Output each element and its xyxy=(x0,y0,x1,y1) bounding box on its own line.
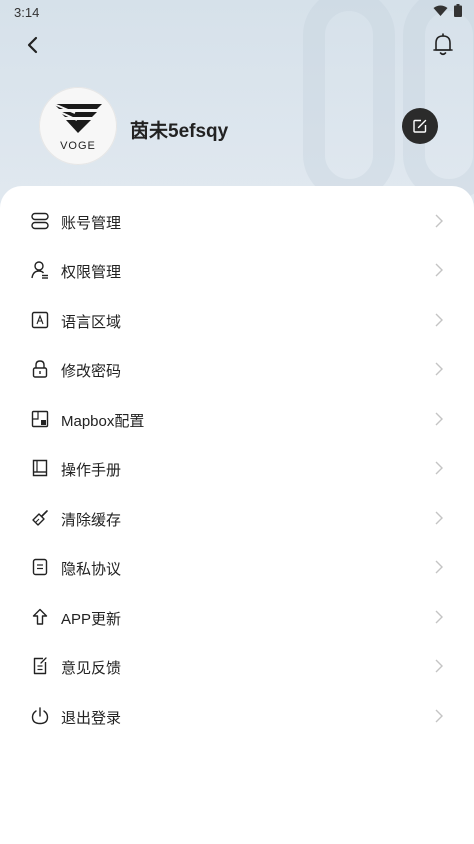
back-arrow-icon[interactable] xyxy=(22,34,44,56)
status-time: 3:14 xyxy=(14,5,40,20)
chevron-right-icon xyxy=(435,214,443,228)
menu-label: 操作手册 xyxy=(61,462,122,479)
lock-icon xyxy=(32,360,48,378)
document-icon xyxy=(32,558,48,576)
menu-item-permission[interactable]: 权限管理 xyxy=(0,250,474,290)
menu-label: 权限管理 xyxy=(61,264,122,281)
chevron-right-icon xyxy=(435,511,443,525)
map-icon xyxy=(31,410,49,428)
edit-profile-button[interactable] xyxy=(402,108,438,144)
avatar[interactable]: VOGE xyxy=(39,87,117,165)
menu-label: 账号管理 xyxy=(61,215,122,232)
wifi-icon xyxy=(433,5,448,16)
manual-icon xyxy=(32,459,48,477)
menu-item-app-update[interactable]: APP更新 xyxy=(0,597,474,637)
chevron-right-icon xyxy=(435,412,443,426)
menu-label: 修改密码 xyxy=(61,363,122,380)
avatar-brand-text: VOGE xyxy=(60,140,96,152)
chevron-right-icon xyxy=(435,610,443,624)
language-icon xyxy=(31,311,49,329)
chevron-right-icon xyxy=(435,362,443,376)
menu-label: 语言区域 xyxy=(61,314,122,331)
broom-icon xyxy=(32,510,48,526)
voge-logo-icon xyxy=(53,103,102,133)
chevron-right-icon xyxy=(435,659,443,673)
power-icon xyxy=(31,707,49,725)
menu-item-language[interactable]: 语言区域 xyxy=(0,300,474,340)
menu-label: 隐私协议 xyxy=(61,561,122,578)
feedback-icon xyxy=(33,657,47,675)
menu-label: 意见反馈 xyxy=(61,660,122,677)
chevron-right-icon xyxy=(435,560,443,574)
chevron-right-icon xyxy=(435,461,443,475)
menu-item-logout[interactable]: 退出登录 xyxy=(0,696,474,736)
menu-label: Mapbox配置 xyxy=(61,413,145,430)
menu-item-clear-cache[interactable]: 清除缓存 xyxy=(0,498,474,538)
upload-icon xyxy=(32,608,48,625)
menu-item-account[interactable]: 账号管理 xyxy=(0,201,474,241)
chevron-right-icon xyxy=(435,263,443,277)
menu-item-privacy[interactable]: 隐私协议 xyxy=(0,547,474,587)
username: 茵未5efsqy xyxy=(130,121,229,142)
menu-item-feedback[interactable]: 意见反馈 xyxy=(0,646,474,686)
battery-icon xyxy=(454,4,462,17)
chevron-right-icon xyxy=(435,709,443,723)
menu-label: APP更新 xyxy=(61,611,122,628)
permission-icon xyxy=(31,261,48,279)
menu-label: 清除缓存 xyxy=(61,512,122,529)
decorative-background-icon xyxy=(303,0,474,200)
bell-icon[interactable] xyxy=(432,33,454,57)
menu-item-manual[interactable]: 操作手册 xyxy=(0,448,474,488)
account-icon xyxy=(31,212,49,230)
menu-label: 退出登录 xyxy=(61,710,122,727)
menu-item-password[interactable]: 修改密码 xyxy=(0,349,474,389)
edit-icon xyxy=(413,119,427,133)
menu-item-mapbox[interactable]: Mapbox配置 xyxy=(0,399,474,439)
status-bar: 3:14 xyxy=(0,0,474,24)
chevron-right-icon xyxy=(435,313,443,327)
